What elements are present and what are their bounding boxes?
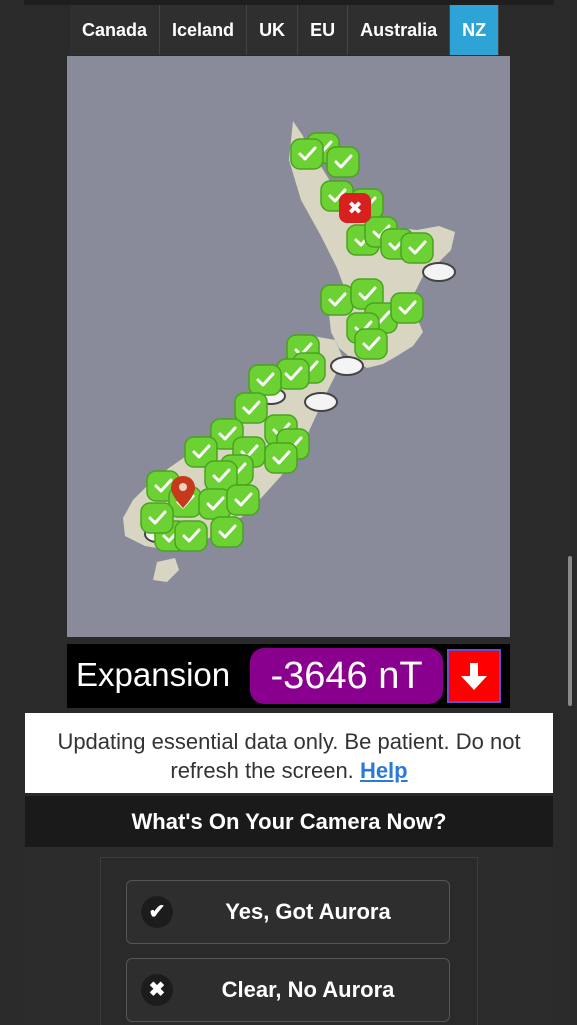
check-marker-icon[interactable] — [248, 364, 282, 396]
check-marker-icon[interactable] — [234, 392, 268, 424]
check-marker-icon[interactable] — [140, 502, 174, 534]
check-marker-icon[interactable] — [276, 358, 310, 390]
stewart-island-shape — [153, 558, 179, 582]
svg-text:✖: ✖ — [347, 198, 362, 219]
nz-map-graphic: ✖ — [123, 121, 456, 582]
tab-uk[interactable]: UK — [247, 5, 299, 55]
aurora-map[interactable]: ✖ — [67, 56, 510, 637]
expansion-value: -3646 nT — [250, 648, 443, 704]
update-notice: Updating essential data only. Be patient… — [25, 713, 553, 793]
arrow-down-icon — [447, 649, 501, 703]
tab-australia[interactable]: Australia — [348, 5, 451, 55]
yes-button-label: Yes, Got Aurora — [225, 899, 391, 924]
check-marker-icon[interactable] — [226, 484, 260, 516]
no-button-label: Clear, No Aurora — [221, 977, 395, 1002]
region-tabs: Canada Iceland UK EU Australia NZ — [70, 5, 500, 55]
check-marker-icon[interactable] — [326, 146, 360, 178]
camera-section-title: What's On Your Camera Now? — [25, 796, 553, 847]
help-link[interactable]: Help — [360, 758, 408, 783]
tab-eu[interactable]: EU — [298, 5, 349, 55]
check-marker-icon[interactable] — [320, 284, 354, 316]
check-marker-icon[interactable] — [210, 516, 244, 548]
clear-no-aurora-button[interactable]: ✖ Clear, No Aurora — [126, 958, 450, 1022]
tab-canada[interactable]: Canada — [70, 5, 161, 55]
expansion-label: Expansion — [76, 656, 231, 693]
check-marker-icon[interactable] — [264, 442, 298, 474]
yes-got-aurora-button[interactable]: ✔ Yes, Got Aurora — [126, 880, 450, 944]
check-marker-icon[interactable] — [354, 328, 388, 360]
expansion-indicator: Expansion -3646 nT — [67, 644, 510, 708]
check-marker-icon[interactable] — [198, 488, 232, 520]
page-scrollbar[interactable] — [568, 556, 572, 706]
check-marker-icon[interactable] — [290, 138, 324, 170]
check-marker-icon[interactable] — [400, 232, 434, 264]
tab-iceland[interactable]: Iceland — [160, 5, 248, 55]
check-marker-icon[interactable] — [390, 292, 424, 324]
check-marker-icon[interactable] — [174, 520, 208, 552]
notice-text: Updating essential data only. Be patient… — [57, 729, 521, 783]
tab-nz[interactable]: NZ — [450, 5, 500, 55]
error-marker-icon[interactable]: ✖ — [339, 193, 371, 223]
